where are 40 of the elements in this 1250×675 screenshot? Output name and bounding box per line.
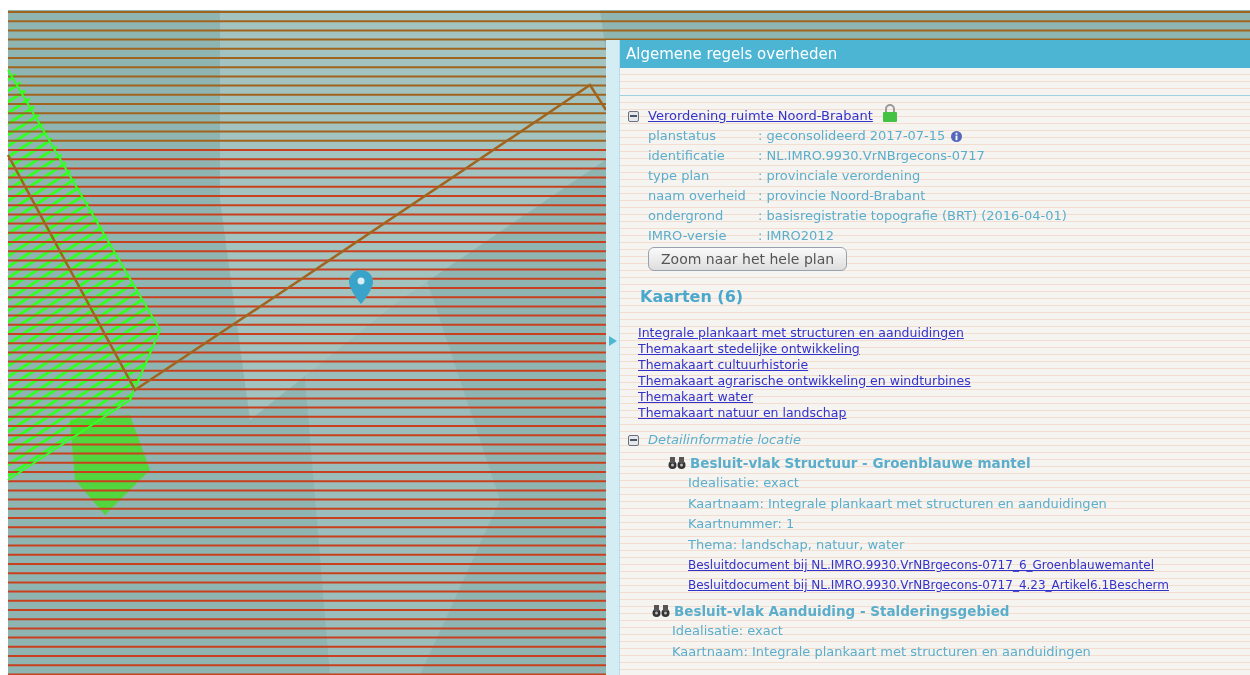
panel-title: Algemene regels overheden <box>620 40 1250 68</box>
collapse-icon[interactable] <box>628 110 639 122</box>
plan-link[interactable]: Verordening ruimte Noord-Brabant <box>648 106 873 126</box>
map-pin-icon[interactable] <box>349 270 373 304</box>
field-value: : geconsolideerd 2017-07-15 <box>758 127 946 146</box>
map-link[interactable]: Themakaart cultuurhistorie <box>628 357 809 373</box>
info-icon[interactable] <box>951 130 963 142</box>
collapse-icon[interactable] <box>628 434 639 446</box>
field-value: : provinciale verordening <box>758 167 921 186</box>
field-label: IMRO-versie <box>648 227 728 246</box>
field-value: : basisregistratie topografie (BRT) (2016-04-01) <box>758 207 1067 226</box>
zoom-plan-button[interactable]: Zoom naar het hele plan <box>648 247 848 271</box>
map-link[interactable]: Themakaart agrarische ontwikkeling en windturbines <box>628 373 971 389</box>
field-value: : IMRO2012 <box>758 227 834 246</box>
field-value: : NL.IMRO.9930.VrNBrgecons-0717 <box>758 147 985 166</box>
document-link[interactable]: Besluitdocument bij NL.IMRO.9930.VrNBrgecons-0717_4.23_Artikel6.1Bescherm <box>688 575 1250 595</box>
binoculars-icon <box>652 604 670 618</box>
map-link[interactable]: Themakaart water <box>628 389 754 405</box>
feature-detail: Kaartnaam: Integrale plankaart met structuren en aanduidingen <box>672 642 1092 661</box>
map-link[interactable]: Integrale plankaart met structuren en aanduidingen <box>628 325 964 341</box>
field-label: type plan <box>648 167 711 186</box>
map-link[interactable]: Themakaart stedelijke ontwikkeling <box>628 341 860 357</box>
feature-title: Besluit-vlak Aanduiding - Stalderingsgebied <box>674 601 1010 621</box>
padlock-icon <box>881 104 898 122</box>
field-label: naam overheid <box>648 187 747 206</box>
binoculars-icon <box>668 456 686 470</box>
feature-title: Besluit-vlak Structuur - Groenblauwe mantel <box>690 453 1031 473</box>
feature-detail: Idealisatie: exact <box>688 474 800 492</box>
feature-detail: Kaartnaam: Integrale plankaart met structuren en aanduidingen <box>688 494 1108 513</box>
map-link[interactable]: Themakaart natuur en landschap <box>628 405 847 421</box>
detail-heading: Detailinformatie locatie <box>648 431 801 450</box>
field-value: : provincie Noord-Brabant <box>758 187 926 206</box>
field-label: identificatie <box>648 147 726 166</box>
feature-detail: Thema: landschap, natuur, water <box>688 535 906 554</box>
feature-detail: Kaartnummer: 1 <box>688 515 796 533</box>
field-label: ondergrond <box>648 207 725 226</box>
section-heading: Kaarten (6) <box>639 286 745 308</box>
feature-detail: Idealisatie: exact <box>672 622 784 640</box>
field-label: planstatus <box>648 127 717 146</box>
document-link[interactable]: Besluitdocument bij NL.IMRO.9930.VrNBrgecons-0717_6_Groenblauwemantel <box>688 555 1250 575</box>
